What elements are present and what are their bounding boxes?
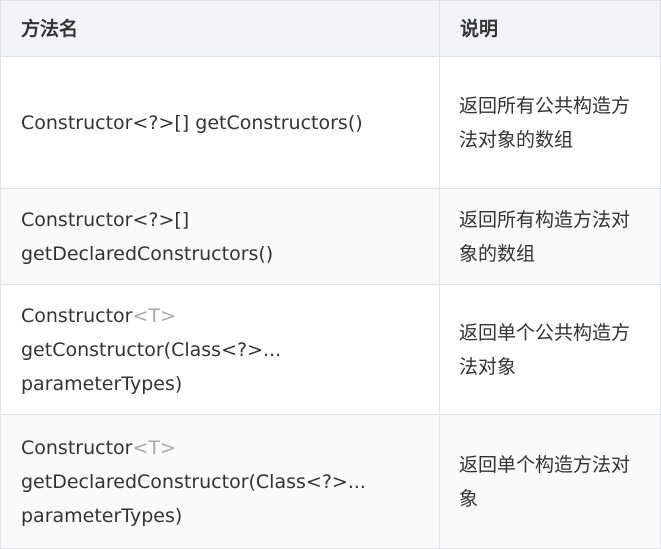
method-description: 返回单个公共构造方法对象 [459,321,631,378]
header-description: 说明 [439,0,661,57]
table-row: Constructor<?>[] getConstructors() 返回所有公… [0,56,661,189]
description-cell: 返回单个公共构造方法对象 [439,284,661,415]
method-cell: Constructor<?>[] getDeclaredConstructors… [0,188,440,285]
header-row: 方法名 说明 [0,0,661,57]
table-row: Constructor<?>[] getDeclaredConstructors… [0,188,661,285]
method-description: 返回所有公共构造方法对象的数组 [459,94,631,151]
method-return-type: Constructor<?>[] [21,208,190,231]
reflection-constructor-methods-table: 方法名 说明 Constructor<?>[] getConstructors(… [0,0,661,549]
description-cell: 返回单个构造方法对象 [439,414,661,549]
method-return-type: Constructor [21,436,133,459]
method-signature: getDeclaredConstructor(Class<?>... [21,470,366,493]
method-parameters: parameterTypes) [21,504,183,527]
table-header: 方法名 说明 [0,0,661,57]
description-cell: 返回所有公共构造方法对象的数组 [439,56,661,189]
description-cell: 返回所有构造方法对象的数组 [439,188,661,285]
table-body: Constructor<?>[] getConstructors() 返回所有公… [0,56,661,549]
method-parameters: parameterTypes) [21,372,183,395]
method-signature: getConstructor(Class<?>... [21,338,282,361]
method-cell: Constructor<T> getConstructor(Class<?>..… [0,284,440,415]
generic-type-parameter: <T> [132,436,176,459]
method-description: 返回所有构造方法对象的数组 [459,208,631,265]
generic-type-parameter: <T> [132,304,176,327]
table-row: Constructor<T> getDeclaredConstructor(Cl… [0,414,661,549]
method-signature: Constructor<?>[] getConstructors() [21,111,363,134]
header-method-name: 方法名 [0,0,440,57]
method-description: 返回单个构造方法对象 [459,453,631,510]
table-row: Constructor<T> getConstructor(Class<?>..… [0,284,661,415]
method-cell: Constructor<T> getDeclaredConstructor(Cl… [0,414,440,549]
method-return-type: Constructor [21,304,133,327]
method-cell: Constructor<?>[] getConstructors() [0,56,440,189]
method-signature: getDeclaredConstructors() [21,242,274,265]
